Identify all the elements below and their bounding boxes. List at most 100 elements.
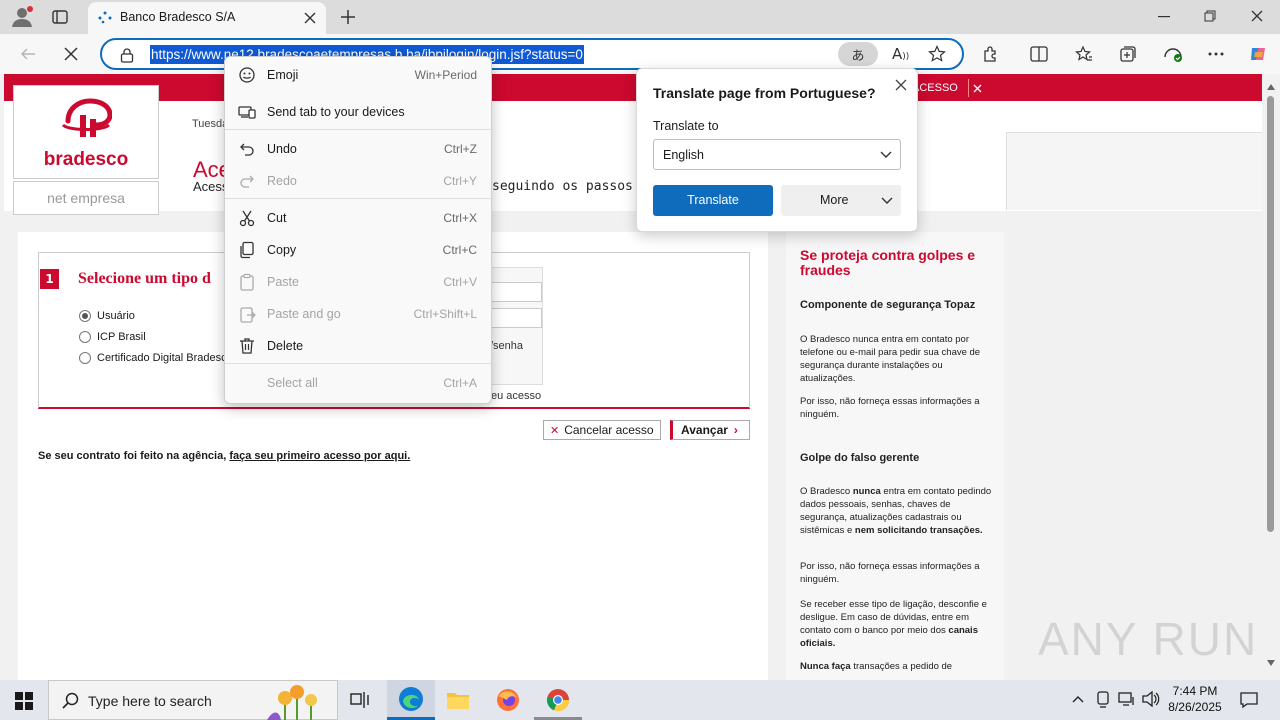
menu-item-emoji[interactable]: Emoji Win+Period [225, 60, 491, 90]
page-scrollbar[interactable] [1262, 74, 1280, 680]
web-page: ACESSO bradesco net empresa Tuesda Ace A… [0, 74, 1262, 680]
more-button[interactable]: More [781, 185, 901, 216]
gerente-paragraph-1: O Bradesco nunca entra em contato pedind… [800, 486, 992, 536]
windows-start-icon[interactable] [15, 692, 33, 710]
topaz-paragraph-2: Por isso, não forneça essas informações … [800, 396, 980, 420]
access-text: eu acesso [491, 390, 542, 402]
search-placeholder: Type here to search [88, 693, 212, 709]
agency-text: Se seu contrato foi feito na agência, [38, 450, 230, 462]
scroll-down-icon[interactable] [1267, 660, 1275, 666]
chevron-down-icon [880, 151, 892, 159]
scroll-up-icon[interactable] [1267, 84, 1275, 90]
more-options-icon[interactable] [1202, 40, 1230, 68]
menu-item-send-tab[interactable]: Send tab to your devices [225, 97, 491, 127]
close-window-icon[interactable] [1251, 10, 1263, 22]
option-usuario[interactable]: Usuário [79, 305, 233, 326]
paste-go-icon [238, 305, 256, 323]
volume-icon[interactable] [1142, 691, 1160, 707]
new-tab-icon[interactable] [340, 9, 356, 25]
first-access-link[interactable]: faça seu primeiro acesso por aqui. [229, 450, 410, 462]
stop-loading-icon[interactable] [64, 47, 78, 61]
network-icon[interactable] [1118, 691, 1136, 707]
sidebar-title: Se proteja contra golpes e fraudes [800, 247, 976, 278]
gerente-paragraph-2: Por isso, não forneça essas informações … [800, 561, 980, 585]
chrome-icon[interactable] [534, 680, 582, 720]
minimize-icon[interactable] [1158, 16, 1170, 18]
logo-box[interactable]: bradesco [13, 85, 159, 179]
clock[interactable]: 7:44 PM 8/26/2025 [1164, 683, 1226, 715]
step-title: Selecione um tipo d [78, 270, 211, 287]
notifications-icon[interactable] [1240, 691, 1258, 709]
net-empresa-box: net empresa [13, 181, 159, 215]
cancel-button[interactable]: ✕ Cancelar acesso [543, 420, 661, 440]
language-select[interactable]: English [653, 139, 901, 170]
collections-icon[interactable] [1114, 40, 1142, 68]
extensions-icon[interactable] [977, 40, 1005, 68]
menu-item-copy[interactable]: Copy Ctrl+C [225, 235, 491, 265]
security-sidebar: Se proteja contra golpes e fraudes Compo… [786, 232, 1004, 680]
menu-item-paste: Paste Ctrl+V [225, 267, 491, 297]
copilot-icon[interactable] [1244, 40, 1272, 68]
loading-favicon-icon [98, 11, 112, 25]
cancel-label: Cancelar acesso [564, 423, 654, 437]
menu-separator [225, 363, 491, 364]
next-button[interactable]: Avançar › [670, 420, 750, 440]
menu-item-redo: Redo Ctrl+Y [225, 166, 491, 196]
tab-strip: Banco Bradesco S/A [0, 0, 1280, 34]
menu-item-delete[interactable]: Delete [225, 331, 491, 361]
menu-item-cut[interactable]: Cut Ctrl+X [225, 203, 491, 233]
top-access-label: ACESSO [912, 82, 958, 94]
username-field[interactable] [490, 282, 542, 302]
option-icp-brasil[interactable]: ICP Brasil [79, 326, 233, 347]
login-type-options: Usuário ICP Brasil Certificado Digital B… [79, 305, 233, 368]
back-icon[interactable] [20, 46, 36, 62]
show-hidden-icons-icon[interactable] [1072, 695, 1084, 703]
chevron-right-icon: › [733, 423, 738, 437]
next-label: Avançar [681, 423, 728, 437]
scrollbar-thumb[interactable] [1267, 96, 1274, 532]
menu-item-undo[interactable]: Undo Ctrl+Z [225, 134, 491, 164]
favorite-star-icon[interactable] [928, 45, 946, 63]
file-explorer-icon[interactable] [446, 689, 470, 711]
restore-icon[interactable] [1204, 10, 1216, 22]
task-view-icon[interactable] [350, 691, 370, 709]
translate-icon[interactable]: あ [838, 42, 878, 66]
clock-time: 7:44 PM [1172, 684, 1218, 698]
date-text: Tuesda [192, 118, 229, 130]
option-label: Usuário [97, 309, 135, 322]
close-tab-icon[interactable] [304, 12, 316, 24]
active-tab[interactable]: Banco Bradesco S/A [88, 2, 326, 34]
read-aloud-icon[interactable]: A)) [892, 45, 909, 63]
redo-icon [238, 172, 256, 190]
option-certificado[interactable]: Certificado Digital Bradesco [79, 347, 233, 368]
top-red-bar [4, 74, 1262, 101]
password-field[interactable] [490, 308, 542, 328]
split-screen-icon[interactable] [1025, 40, 1053, 68]
translate-close-icon[interactable] [895, 79, 907, 91]
cancel-x-icon: ✕ [550, 424, 560, 437]
cut-icon [238, 209, 256, 227]
translate-to-label: Translate to [653, 119, 719, 133]
taskbar: Type here to search 7:44 PM 8/26/2025 [0, 680, 1280, 720]
firefox-icon[interactable] [496, 688, 520, 712]
translate-button[interactable]: Translate [653, 185, 773, 216]
radio-icon[interactable] [79, 330, 91, 343]
bradesco-logo-icon [60, 97, 112, 139]
radio-checked-icon[interactable] [79, 309, 91, 322]
top-access-button[interactable]: ACESSO [912, 79, 986, 97]
device-icon[interactable] [1096, 691, 1110, 709]
chevron-down-icon [881, 197, 893, 205]
radio-icon[interactable] [79, 351, 91, 364]
edge-taskbar-icon[interactable] [387, 680, 435, 720]
profile-icon[interactable] [10, 6, 34, 28]
taskbar-search[interactable]: Type here to search [48, 680, 338, 720]
translate-popup: Translate page from Portuguese? Translat… [636, 68, 918, 232]
copy-icon [238, 241, 256, 259]
lock-icon[interactable] [120, 47, 134, 63]
delete-icon [238, 337, 256, 355]
favorites-icon[interactable] [1070, 40, 1098, 68]
performance-icon[interactable] [1159, 40, 1187, 68]
context-menu: Emoji Win+Period Send tab to your device… [224, 56, 492, 404]
top-access-close-icon[interactable] [967, 79, 986, 97]
tab-actions-icon[interactable] [52, 9, 68, 25]
